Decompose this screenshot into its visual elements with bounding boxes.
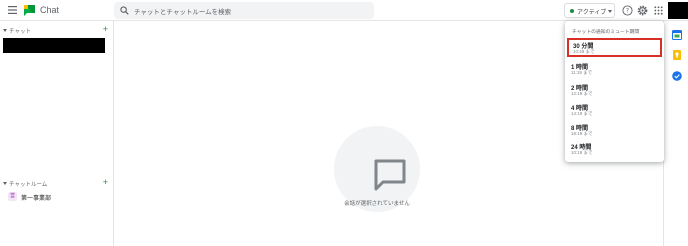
mute-option-4h[interactable]: 4 時間 14:19 まで (565, 100, 664, 119)
chevron-down-icon (3, 182, 7, 185)
room-name: 第一事業部 (21, 196, 52, 202)
redacted-chat-list (3, 38, 105, 53)
sidebar: チャット + チャットルーム + 営 第一事業部 (0, 21, 114, 246)
mute-notifications-menu: チャットの通知のミュート期間 30 分間 10:49 まで 1 時間 11:19… (565, 21, 664, 162)
mute-option-24h[interactable]: 24 時間 10:19 まで (565, 139, 664, 158)
mute-option-until: 10:19 まで (571, 150, 593, 155)
empty-state-text: 会話が選択されていません (344, 201, 410, 207)
svg-text:?: ? (626, 8, 629, 15)
mute-option-until: 11:19 まで (571, 70, 593, 75)
calendar-icon[interactable] (672, 30, 682, 40)
chevron-down-icon (608, 10, 612, 13)
status-dot (570, 9, 574, 13)
tasks-icon[interactable] (672, 71, 682, 81)
keep-icon[interactable] (672, 50, 682, 60)
add-icon[interactable]: + (103, 24, 108, 34)
mute-option-2h[interactable]: 2 時間 12:19 まで (565, 80, 664, 99)
search-placeholder: チャットとチャットルームを検索 (134, 9, 232, 16)
chats-section-label: チャット (9, 29, 31, 35)
add-icon[interactable]: + (103, 177, 108, 187)
apps-grid-icon[interactable] (653, 5, 664, 16)
mute-option-until: 14:19 まで (571, 111, 593, 116)
mute-option-8h[interactable]: 8 時間 18:19 まで (565, 120, 664, 139)
status-label: アクティブ (577, 10, 607, 16)
status-dropdown-button[interactable]: アクティブ (564, 3, 615, 18)
mute-option-until: 10:49 まで (573, 49, 595, 54)
search-icon (120, 6, 129, 15)
app-title: Chat (40, 5, 60, 15)
top-bar: Chat チャットとチャットルームを検索 アクティブ ? (0, 0, 688, 21)
chat-bubble-icon (374, 159, 406, 191)
account-avatar[interactable] (668, 2, 688, 19)
rooms-section-label: チャットルーム (9, 182, 48, 188)
menu-icon[interactable] (8, 6, 17, 14)
mute-option-1h[interactable]: 1 時間 11:19 まで (565, 59, 664, 78)
side-panel-rail (663, 21, 688, 246)
rooms-section-header[interactable]: チャットルーム + (3, 177, 108, 189)
chat-logo-icon (24, 5, 35, 16)
room-item[interactable]: 営 第一事業部 (3, 192, 108, 202)
help-icon[interactable]: ? (622, 5, 633, 16)
chevron-down-icon (3, 29, 7, 32)
settings-icon[interactable] (637, 5, 648, 16)
mute-option-until: 12:19 まで (571, 91, 593, 96)
room-avatar: 営 (8, 192, 17, 201)
search-input[interactable]: チャットとチャットルームを検索 (114, 2, 374, 19)
chats-section-header[interactable]: チャット + (3, 24, 108, 36)
mute-option-30min[interactable]: 30 分間 10:49 まで (567, 38, 662, 57)
menu-heading: チャットの通知のミュート期間 (572, 30, 640, 35)
mute-option-until: 18:19 まで (571, 131, 593, 136)
